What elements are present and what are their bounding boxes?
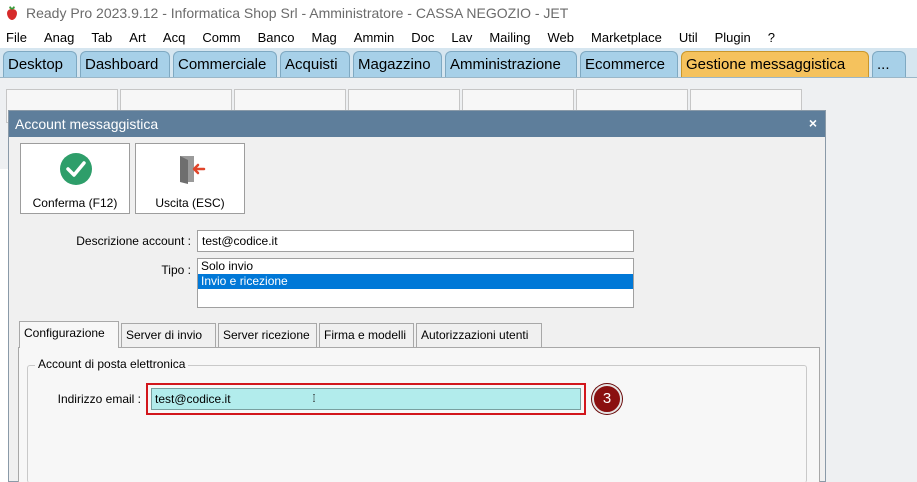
- account-dialog: Account messaggistica × Conferma (F12) U…: [8, 110, 826, 482]
- tab-configurazione[interactable]: Configurazione: [19, 321, 119, 348]
- menu-lav[interactable]: Lav: [451, 30, 472, 45]
- menu-acq[interactable]: Acq: [163, 30, 185, 45]
- tab-amministrazione[interactable]: Amministrazione: [445, 51, 577, 77]
- door-exit-icon: [180, 156, 206, 184]
- menu-marketplace[interactable]: Marketplace: [591, 30, 662, 45]
- confirm-button-label: Conferma (F12): [32, 196, 118, 210]
- strawberry-icon: [7, 6, 17, 20]
- confirm-button[interactable]: Conferma (F12): [20, 143, 130, 214]
- type-listbox[interactable]: Solo invio Invio e ricezione: [197, 258, 634, 308]
- menu-art[interactable]: Art: [129, 30, 146, 45]
- tab-magazzino[interactable]: Magazzino: [353, 51, 442, 77]
- tab-gestione-messaggistica[interactable]: Gestione messaggistica: [681, 51, 869, 77]
- menu-help[interactable]: ?: [768, 30, 775, 45]
- description-field[interactable]: test@codice.it: [197, 230, 634, 252]
- menu-plugin[interactable]: Plugin: [715, 30, 751, 45]
- tab-firma-e-modelli[interactable]: Firma e modelli: [319, 323, 414, 347]
- tab-desktop[interactable]: Desktop: [3, 51, 77, 77]
- check-circle-icon: [60, 153, 92, 185]
- text-cursor-icon: [313, 394, 315, 402]
- menu-file[interactable]: File: [6, 30, 27, 45]
- exit-button-label: Uscita (ESC): [155, 196, 225, 210]
- close-icon[interactable]: ×: [809, 115, 817, 131]
- email-account-group-title: Account di posta elettronica: [35, 357, 189, 371]
- menu-comm[interactable]: Comm: [202, 30, 240, 45]
- type-option-invio-e-ricezione[interactable]: Invio e ricezione: [198, 274, 633, 289]
- tab-server-ricezione[interactable]: Server ricezione: [218, 323, 317, 347]
- exit-button[interactable]: Uscita (ESC): [135, 143, 245, 214]
- description-label: Descrizione account :: [76, 234, 191, 248]
- email-label: Indirizzo email :: [57, 392, 141, 406]
- menu-ammin[interactable]: Ammin: [354, 30, 394, 45]
- menu-tab[interactable]: Tab: [91, 30, 112, 45]
- dialog-title: Account messaggistica: [15, 116, 159, 132]
- menu-banco[interactable]: Banco: [258, 30, 295, 45]
- main-tab-strip: Desktop Dashboard Commerciale Acquisti M…: [0, 48, 917, 78]
- dialog-title-bar: Account messaggistica ×: [9, 111, 825, 137]
- type-label: Tipo :: [161, 263, 191, 277]
- email-field[interactable]: test@codice.it: [151, 388, 581, 410]
- menu-mailing[interactable]: Mailing: [489, 30, 530, 45]
- tab-ecommerce[interactable]: Ecommerce: [580, 51, 678, 77]
- menu-web[interactable]: Web: [548, 30, 575, 45]
- menu-util[interactable]: Util: [679, 30, 698, 45]
- type-option-solo-invio[interactable]: Solo invio: [198, 259, 633, 274]
- menu-bar: File Anag Tab Art Acq Comm Banco Mag Amm…: [0, 26, 917, 48]
- tab-dashboard[interactable]: Dashboard: [80, 51, 170, 77]
- menu-doc[interactable]: Doc: [411, 30, 434, 45]
- step-badge: 3: [592, 384, 622, 414]
- title-bar: Ready Pro 2023.9.12 - Informatica Shop S…: [0, 0, 917, 26]
- tab-server-di-invio[interactable]: Server di invio: [121, 323, 216, 347]
- menu-mag[interactable]: Mag: [311, 30, 336, 45]
- tab-acquisti[interactable]: Acquisti: [280, 51, 350, 77]
- tab-commerciale[interactable]: Commerciale: [173, 51, 277, 77]
- tab-more[interactable]: ...: [872, 51, 906, 77]
- window-title: Ready Pro 2023.9.12 - Informatica Shop S…: [26, 5, 569, 21]
- tab-autorizzazioni-utenti[interactable]: Autorizzazioni utenti: [416, 323, 542, 347]
- menu-anag[interactable]: Anag: [44, 30, 74, 45]
